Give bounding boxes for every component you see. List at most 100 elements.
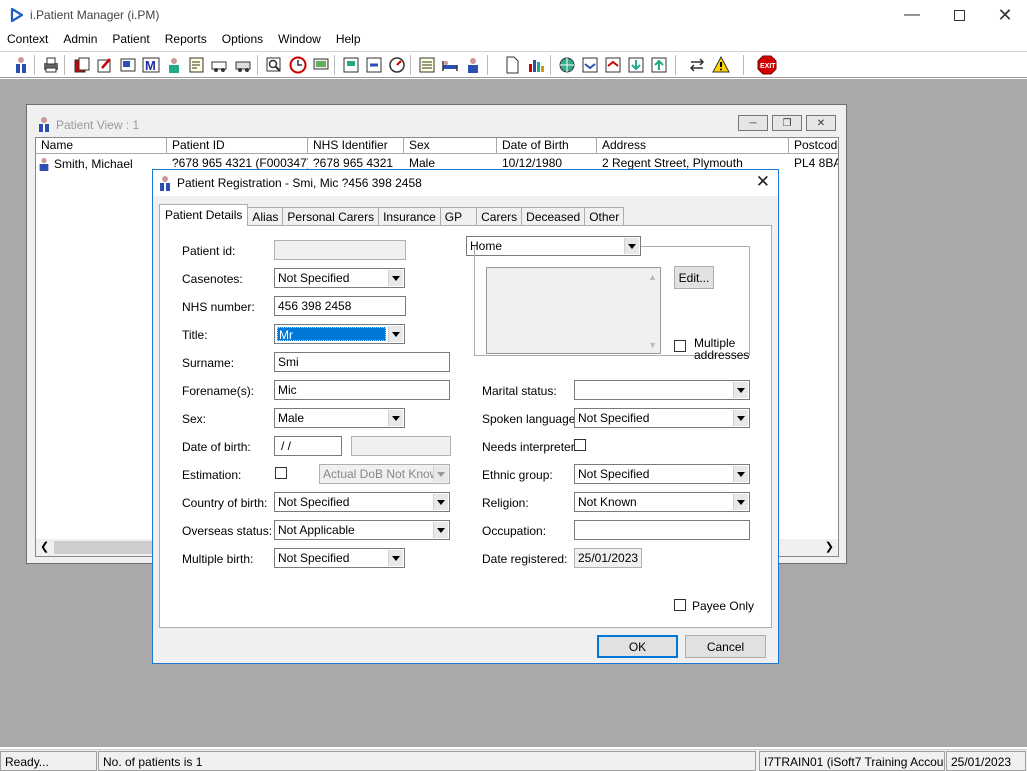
country-select[interactable]: Not Specified xyxy=(274,492,450,512)
admission-icon[interactable] xyxy=(363,54,384,75)
tab-personal-carers[interactable]: Personal Carers xyxy=(282,207,380,226)
notes-icon[interactable] xyxy=(186,54,207,75)
menu-context[interactable]: Context xyxy=(0,31,56,49)
tab-carers[interactable]: Carers xyxy=(476,207,523,226)
scroll-right-icon[interactable]: ❯ xyxy=(825,540,834,553)
bar-chart-icon[interactable] xyxy=(525,54,546,75)
column-header-name[interactable]: Name xyxy=(36,138,167,154)
clock-icon[interactable] xyxy=(287,54,308,75)
column-header-nhs[interactable]: NHS Identifier xyxy=(308,138,404,154)
document-list-icon[interactable] xyxy=(416,54,437,75)
mdi-close-button[interactable]: ✕ xyxy=(806,115,836,131)
menu-window[interactable]: Window xyxy=(271,31,329,49)
edit-address-button[interactable]: Edit... xyxy=(674,266,714,289)
staff-icon[interactable] xyxy=(462,54,483,75)
column-header-address[interactable]: Address xyxy=(597,138,789,154)
menu-options[interactable]: Options xyxy=(215,31,271,49)
label-addresses: addresses xyxy=(694,348,750,362)
waiting-list-icon[interactable] xyxy=(340,54,361,75)
tab-deceased[interactable]: Deceased xyxy=(521,207,586,226)
menu-patient[interactable]: Patient xyxy=(105,31,157,49)
label-payee-only: Payee Only xyxy=(692,599,755,613)
timer-icon[interactable] xyxy=(386,54,407,75)
report-icon[interactable] xyxy=(117,54,138,75)
minimize-button[interactable]: — xyxy=(889,0,935,30)
tab-patient-details[interactable]: Patient Details xyxy=(159,204,249,226)
chevron-down-icon[interactable] xyxy=(733,466,748,482)
language-select[interactable]: Not Specified xyxy=(574,408,750,428)
chevron-down-icon[interactable] xyxy=(433,494,448,510)
payee-only-checkbox[interactable] xyxy=(674,599,686,611)
forenames-field[interactable]: Mic xyxy=(274,380,450,400)
column-header-dob[interactable]: Date of Birth xyxy=(497,138,597,154)
chevron-down-icon[interactable] xyxy=(388,270,403,286)
blank-page-icon[interactable] xyxy=(501,54,522,75)
chevron-down-icon[interactable] xyxy=(733,494,748,510)
chevron-down-icon[interactable] xyxy=(388,326,403,342)
menu-admin[interactable]: Admin xyxy=(56,31,105,49)
multiple-addresses-checkbox[interactable] xyxy=(674,340,686,352)
tab-gp[interactable]: GP xyxy=(439,207,478,226)
column-header-postcode[interactable]: Postcode xyxy=(789,138,838,154)
globe-icon[interactable] xyxy=(556,54,577,75)
chevron-down-icon[interactable] xyxy=(733,410,748,426)
casenotes-select[interactable]: Not Specified xyxy=(274,268,405,288)
status-date: 25/01/2023 xyxy=(946,751,1026,771)
doctor-icon[interactable] xyxy=(163,54,184,75)
upload-icon[interactable] xyxy=(648,54,669,75)
dob-field[interactable]: / / xyxy=(274,436,342,456)
maximize-button[interactable] xyxy=(936,0,982,30)
label-title: Title: xyxy=(182,328,208,342)
nhs-number-field[interactable]: 456 398 2458 xyxy=(274,296,406,316)
printer-icon[interactable] xyxy=(40,54,61,75)
chevron-down-icon[interactable] xyxy=(388,550,403,566)
close-icon[interactable]: ✕ xyxy=(756,172,770,192)
bed-icon[interactable] xyxy=(439,54,460,75)
column-header-sex[interactable]: Sex xyxy=(404,138,497,154)
menu-reports[interactable]: Reports xyxy=(158,31,215,49)
warning-icon[interactable] xyxy=(710,54,731,75)
search-icon[interactable] xyxy=(263,54,284,75)
overseas-value: Not Applicable xyxy=(278,523,355,537)
sex-select[interactable]: Male xyxy=(274,408,405,428)
chevron-down-icon[interactable] xyxy=(433,522,448,538)
tab-insurance[interactable]: Insurance xyxy=(378,207,441,226)
casenotes-icon[interactable] xyxy=(71,54,92,75)
multiple-birth-select[interactable]: Not Specified xyxy=(274,548,405,568)
marital-select[interactable] xyxy=(574,380,750,400)
tab-alias[interactable]: Alias xyxy=(247,207,284,226)
estimation-checkbox[interactable] xyxy=(275,467,287,479)
transport-icon[interactable] xyxy=(232,54,253,75)
inbox-icon[interactable] xyxy=(579,54,600,75)
ok-button[interactable]: OK xyxy=(597,635,678,658)
outbox-icon[interactable] xyxy=(602,54,623,75)
chevron-down-icon[interactable] xyxy=(733,382,748,398)
ambulance-icon[interactable] xyxy=(209,54,230,75)
column-header-patient-id[interactable]: Patient ID xyxy=(167,138,308,154)
tab-other[interactable]: Other xyxy=(584,207,625,226)
status-bar: Ready... No. of patients is 1 I7TRAIN01 … xyxy=(0,749,1027,771)
monitor-icon[interactable] xyxy=(310,54,331,75)
occupation-field[interactable] xyxy=(574,520,750,540)
close-app-button[interactable]: ✕ xyxy=(982,0,1027,30)
mdi-restore-button[interactable]: ❐ xyxy=(772,115,802,131)
interpreter-checkbox[interactable] xyxy=(574,439,586,451)
scroll-left-icon[interactable]: ❮ xyxy=(40,540,49,553)
surname-field[interactable]: Smi xyxy=(274,352,450,372)
m-icon[interactable]: M xyxy=(140,54,161,75)
label-overseas: Overseas status: xyxy=(182,524,273,538)
swap-icon[interactable] xyxy=(686,54,707,75)
religion-select[interactable]: Not Known xyxy=(574,492,750,512)
title-select[interactable]: Mr xyxy=(274,324,405,344)
menu-help[interactable]: Help xyxy=(329,31,369,49)
cancel-button[interactable]: Cancel xyxy=(685,635,766,658)
download-icon[interactable] xyxy=(625,54,646,75)
exit-icon[interactable]: EXIT xyxy=(756,54,777,75)
mdi-minimize-button[interactable]: ─ xyxy=(738,115,768,131)
ethnic-select[interactable]: Not Specified xyxy=(574,464,750,484)
label-sex: Sex: xyxy=(182,412,207,426)
overseas-select[interactable]: Not Applicable xyxy=(274,520,450,540)
chevron-down-icon[interactable] xyxy=(388,410,403,426)
patient-icon[interactable] xyxy=(10,54,31,75)
referral-icon[interactable] xyxy=(94,54,115,75)
